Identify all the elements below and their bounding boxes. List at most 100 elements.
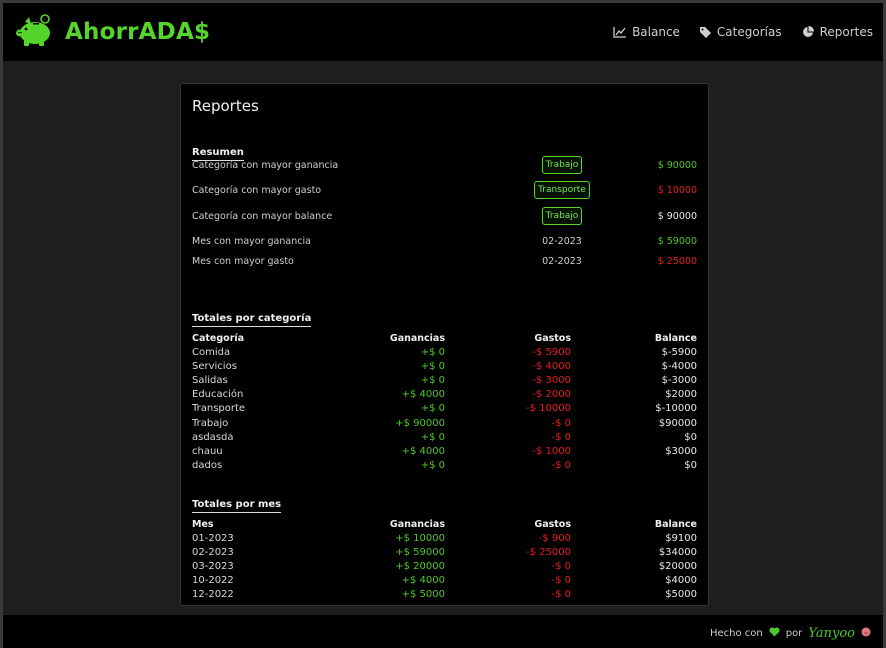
gastos-cell: -$ 0 [551,575,571,587]
table-row: Comida +$ 0 -$ 5900 $-5900 [192,345,697,359]
mes-cell: 10-2022 [192,575,234,587]
ganancias-cell: +$ 59000 [395,546,445,558]
table-row: 01-2023 +$ 10000 -$ 900 $9100 [192,531,697,545]
totales-mes-section: Totales por mes Mes Ganancias Gastos Bal… [192,492,697,602]
resumen-value: $ 90000 [657,211,697,222]
ganancias-cell: +$ 4000 [401,389,445,401]
gastos-cell: -$ 0 [551,431,571,443]
balance-cell: $-10000 [655,403,697,415]
resumen-row: Categoría con mayor balance Trabajo $ 90… [192,207,697,233]
gastos-cell: -$ 25000 [526,546,571,558]
categoria-cell: Transporte [192,403,246,415]
ganancias-cell: +$ 0 [420,403,445,415]
totales-categoria-table: Categoría Ganancias Gastos Balance Comid… [192,331,697,473]
totales-mes-title: Totales por mes [192,499,282,513]
balance-cell: $90000 [658,417,697,429]
column-header: Balance [654,518,697,530]
balance-cell: $5000 [665,589,697,601]
category-tag: Trabajo [541,156,583,174]
resumen-row: Categoría con mayor ganancia Trabajo $ 9… [192,156,697,182]
footer-made-with: Hecho con [709,627,763,639]
table-row: Salidas +$ 0 -$ 3000 $-3000 [192,373,697,387]
gastos-cell: -$ 1000 [532,445,571,457]
totales-categoria-title: Totales por categoría [192,313,312,327]
ganancias-cell: +$ 0 [420,431,445,443]
gastos-cell: -$ 0 [551,589,571,601]
resumen-row: Mes con mayor ganancia 02-2023 $ 59000 [192,236,697,258]
categoria-cell: asdasda [192,431,234,443]
category-tag: Trabajo [541,207,583,225]
table-row: dados +$ 0 -$ 0 $0 [192,459,697,473]
balance-cell: $34000 [658,546,697,558]
resumen-label: Mes con mayor ganancia [192,236,311,247]
chart-line-icon [613,26,627,38]
balance-cell: $-4000 [661,360,697,372]
balance-cell: $3000 [665,445,697,457]
footer-author[interactable]: Yanyoo [808,626,855,641]
categoria-cell: dados [192,460,223,472]
table-row: 10-2022 +$ 4000 -$ 0 $4000 [192,574,697,588]
resumen-label: Mes con mayor gasto [192,256,294,267]
footer: Hecho con por Yanyoo [3,615,883,648]
column-header: Gastos [534,518,571,530]
nav-balance[interactable]: Balance [613,25,680,39]
column-header: Ganancias [389,518,445,530]
table-row: 03-2023 +$ 20000 -$ 0 $20000 [192,559,697,573]
resumen-value: $ 25000 [657,256,697,267]
resumen-label: Categoría con mayor ganancia [192,160,339,171]
balance-cell: $-3000 [661,374,697,386]
mes-cell: 12-2022 [192,589,234,601]
table-header-row: Categoría Ganancias Gastos Balance [192,331,697,345]
resumen-value: $ 10000 [657,185,697,196]
categoria-cell: chauu [192,445,223,457]
resumen-row: Mes con mayor gasto 02-2023 $ 25000 [192,256,697,278]
balance-cell: $20000 [658,560,697,572]
table-row: Transporte +$ 0 -$ 10000 $-10000 [192,402,697,416]
resumen-label: Categoría con mayor balance [192,211,333,222]
table-header-row: Mes Ganancias Gastos Balance [192,517,697,531]
mes-cell: 01-2023 [192,532,234,544]
balance-cell: $2000 [665,389,697,401]
resumen-label: Categoría con mayor gasto [192,185,322,196]
nav-reportes-label: Reportes [819,25,873,39]
resumen-value: $ 90000 [657,160,697,171]
nav-categorias[interactable]: Categorías [699,25,782,39]
ganancias-cell: +$ 5000 [401,589,445,601]
nav-balance-label: Balance [632,25,680,39]
column-header: Gastos [534,332,571,344]
mes-cell: 03-2023 [192,560,234,572]
balance-cell: $9100 [665,532,697,544]
resumen-month: 02-2023 [542,236,582,247]
mes-cell: 02-2023 [192,546,234,558]
ganancias-cell: +$ 4000 [401,445,445,457]
tag-icon [699,26,711,38]
ganancias-cell: +$ 90000 [395,417,445,429]
categoria-cell: Salidas [192,374,228,386]
piggy-bank-icon [15,13,55,51]
totales-mes-table: Mes Ganancias Gastos Balance 01-2023 +$ 1… [192,517,697,602]
gastos-cell: -$ 5900 [532,346,571,358]
column-header: Mes [192,518,214,530]
brand-title: AhorrADA$ [65,19,211,45]
balance-cell: $0 [684,431,697,443]
ganancias-cell: +$ 10000 [395,532,445,544]
resumen-value: $ 59000 [657,236,697,247]
category-tag: Transporte [534,181,590,199]
resumen-title: Resumen [192,147,244,161]
table-row: Servicios +$ 0 -$ 4000 $-4000 [192,359,697,373]
gastos-cell: -$ 3000 [532,374,571,386]
ganancias-cell: +$ 4000 [401,575,445,587]
gastos-cell: -$ 0 [551,560,571,572]
brand[interactable]: AhorrADA$ [15,13,210,51]
gastos-cell: -$ 10000 [526,403,571,415]
gastos-cell: -$ 4000 [532,360,571,372]
nav-reportes[interactable]: Reportes [802,25,873,39]
column-header: Balance [654,332,697,344]
nav-links: Balance Categorías Reportes [613,25,873,39]
table-row: chauu +$ 4000 -$ 1000 $3000 [192,444,697,458]
gastos-cell: -$ 900 [538,532,571,544]
categoria-cell: Comida [192,346,231,358]
nav-categorias-label: Categorías [716,25,782,39]
resumen-section: Resumen Categoría con mayor ganancia Tra… [192,140,697,267]
totales-categoria-section: Totales por categoría Categoría Ganancia… [192,306,697,473]
